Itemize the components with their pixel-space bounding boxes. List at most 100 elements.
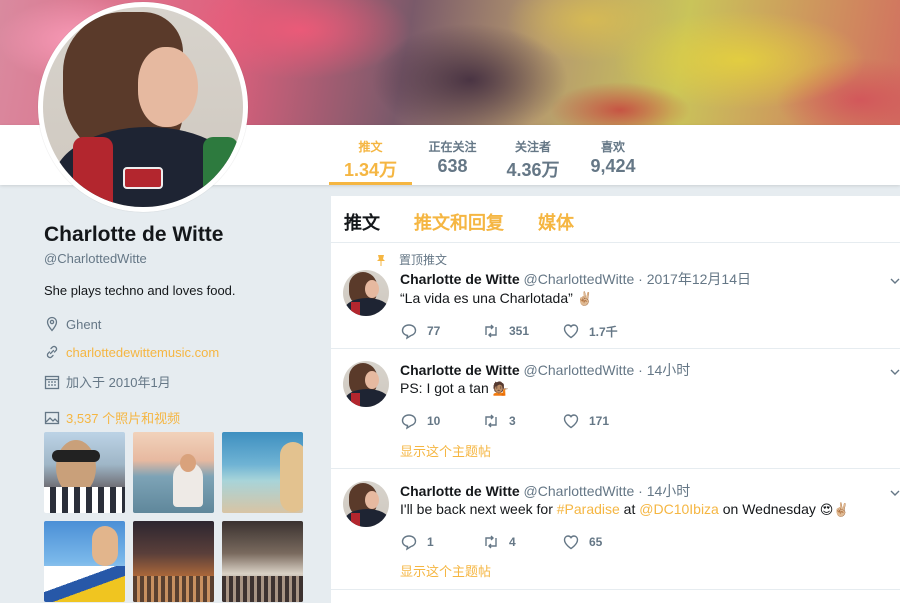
tweet-author-handle[interactable]: @CharlottedWitte	[524, 271, 635, 287]
website-link[interactable]: charlottedewittemusic.com	[66, 345, 219, 360]
tweet[interactable]: 置顶推文 Charlotte de Witte @CharlottedWitte…	[331, 243, 900, 349]
link-icon	[46, 345, 58, 359]
timeline-tabs: 推文 推文和回复 媒体	[331, 196, 900, 243]
profile-name[interactable]: Charlotte de Witte	[44, 223, 223, 247]
retweet-count: 4	[509, 535, 516, 549]
tweet-actions: 10 3 171	[400, 412, 609, 430]
retweet-icon	[485, 535, 497, 549]
tweet-author-handle[interactable]: @CharlottedWitte	[524, 362, 635, 378]
tweet-author-name[interactable]: Charlotte de Witte	[400, 271, 520, 287]
tweet-author-name[interactable]: Charlotte de Witte	[400, 362, 520, 378]
photo-thumbnail[interactable]	[222, 432, 303, 513]
tweet-header: Charlotte de Witte @CharlottedWitte · 14…	[400, 481, 690, 501]
pinned-text: 置顶推文	[399, 253, 448, 267]
photo-thumbnail[interactable]	[133, 432, 214, 513]
show-thread-link[interactable]: 显示这个主题帖	[400, 561, 491, 580]
retweet-icon	[485, 414, 497, 428]
retweet-button[interactable]: 3	[482, 412, 562, 430]
tweet-body: at	[619, 501, 640, 517]
chevron-down-icon[interactable]	[890, 488, 900, 498]
stat-label: 推文	[358, 140, 383, 154]
retweet-button[interactable]: 4	[482, 533, 562, 551]
like-count: 65	[589, 535, 603, 549]
like-button[interactable]: 1.7千	[562, 322, 618, 340]
location-text: Ghent	[66, 316, 102, 332]
heart-icon	[563, 414, 579, 429]
heart-icon	[563, 535, 579, 550]
location-pin-icon	[46, 316, 58, 332]
stat-likes[interactable]: 喜欢 9,424	[583, 125, 643, 185]
stat-following[interactable]: 正在关注 638	[420, 125, 485, 185]
stat-label: 关注者	[514, 140, 551, 154]
photo-thumbnail[interactable]	[44, 521, 125, 602]
profile-website[interactable]: charlottedewittemusic.com	[44, 344, 219, 360]
tweet-author-handle[interactable]: @CharlottedWitte	[524, 483, 635, 499]
tweet-text: PS: I got a tan 💁🏽	[400, 380, 509, 397]
heart-eyes-emoji: 😍✌🏼	[819, 502, 850, 518]
victory-hand-emoji: ✌🏼	[576, 291, 593, 307]
stat-label: 正在关注	[428, 140, 477, 154]
reply-count: 10	[427, 414, 441, 428]
tweet-author-name[interactable]: Charlotte de Witte	[400, 483, 520, 499]
tweet-avatar[interactable]	[343, 361, 389, 407]
reply-button[interactable]: 77	[400, 322, 482, 340]
tweet-timestamp[interactable]: · 14小时	[638, 362, 690, 378]
tweet[interactable]: Charlotte de Witte @CharlottedWitte · 14…	[331, 469, 900, 590]
chevron-down-icon[interactable]	[890, 276, 900, 286]
timeline: 推文 推文和回复 媒体 置顶推文 Charlotte de Witte @Cha…	[331, 196, 900, 603]
pinned-label: 置顶推文	[375, 251, 447, 268]
photo-thumbnail[interactable]	[44, 432, 125, 513]
profile-handle[interactable]: @CharlottedWitte	[44, 251, 147, 266]
photos-count[interactable]: 3,537 个照片和视频	[66, 408, 180, 427]
mention-link[interactable]: @DC10Ibiza	[639, 501, 719, 517]
tab-tweets[interactable]: 推文	[344, 209, 380, 235]
reply-button[interactable]: 10	[400, 412, 482, 430]
retweet-button[interactable]: 351	[482, 322, 562, 340]
retweet-count: 351	[509, 324, 530, 338]
tweet[interactable]: Charlotte de Witte @CharlottedWitte · 14…	[331, 349, 900, 469]
tweet-header: Charlotte de Witte @CharlottedWitte · 20…	[400, 269, 751, 289]
like-count: 171	[589, 414, 610, 428]
tweet-avatar[interactable]	[343, 481, 389, 527]
photo-thumbnail[interactable]	[133, 521, 214, 602]
retweet-icon	[485, 324, 497, 338]
tweet-avatar[interactable]	[343, 270, 389, 316]
show-thread-link[interactable]: 显示这个主题帖	[400, 441, 491, 460]
stat-label: 喜欢	[600, 140, 625, 154]
chevron-down-icon[interactable]	[890, 367, 900, 377]
avatar-image	[43, 7, 243, 207]
joined-text: 加入于 2010年1月	[66, 375, 171, 390]
stat-value: 638	[437, 156, 468, 176]
hashtag-link[interactable]: #Paradise	[557, 501, 620, 517]
photos-videos-link[interactable]: 3,537 个照片和视频	[44, 408, 180, 427]
like-button[interactable]: 171	[562, 412, 609, 430]
profile-location: Ghent	[44, 316, 101, 332]
tweet-body: PS: I got a tan	[400, 380, 489, 396]
photo-thumbnail[interactable]	[222, 521, 303, 602]
profile-joined: 加入于 2010年1月	[44, 372, 171, 391]
reply-count: 1	[427, 535, 434, 549]
like-count: 1.7千	[589, 324, 618, 339]
tweet-timestamp[interactable]: · 2017年12月14日	[638, 271, 751, 287]
stat-followers[interactable]: 关注者 4.36万	[500, 125, 566, 185]
like-button[interactable]: 65	[562, 533, 602, 551]
stat-value: 4.36万	[506, 160, 560, 180]
reply-icon	[401, 324, 417, 340]
tab-media[interactable]: 媒体	[538, 209, 574, 235]
tab-tweets-replies[interactable]: 推文和回复	[414, 209, 504, 235]
tweet-actions: 77 351 1.7千	[400, 322, 618, 340]
reply-button[interactable]: 1	[400, 533, 482, 551]
stat-value: 1.34万	[343, 160, 398, 180]
stat-tweets[interactable]: 推文 1.34万	[329, 125, 412, 185]
reply-count: 77	[427, 324, 441, 338]
calendar-icon	[44, 375, 60, 389]
heart-icon	[563, 324, 579, 339]
tweet-body: I'll be back next week for	[400, 501, 557, 517]
profile-bio: She plays techno and loves food.	[44, 283, 236, 298]
tweet-header: Charlotte de Witte @CharlottedWitte · 14…	[400, 360, 690, 380]
reply-icon	[401, 535, 417, 551]
tweet-timestamp[interactable]: · 14小时	[638, 483, 690, 499]
tweet-text: I'll be back next week for #Paradise at …	[400, 501, 850, 518]
profile-avatar[interactable]	[38, 2, 248, 212]
retweet-count: 3	[509, 414, 516, 428]
